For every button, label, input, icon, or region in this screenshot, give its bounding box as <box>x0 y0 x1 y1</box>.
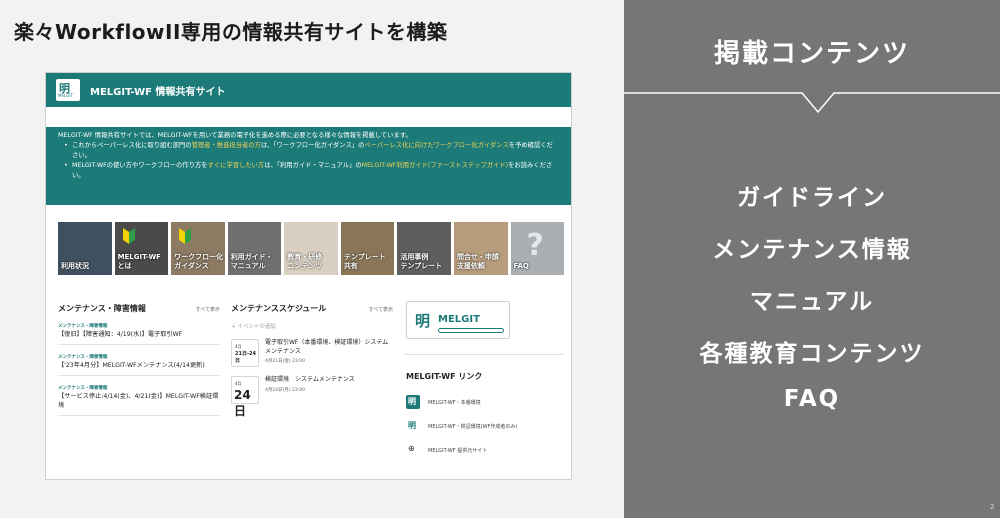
intro-bullet-1: これからペーパーレス化に取り組む部門の管理者・推進担当者の方は、「ワークフロー化… <box>58 141 559 161</box>
event-title: 検証環境 システムメンテナンス <box>265 376 355 383</box>
question-mark-icon: ? <box>526 228 544 263</box>
app-icon: 明 <box>406 395 420 409</box>
news-item[interactable]: メンテナンス・障害情報 【'23年4月分】MELGIT-WFメンテナンス(4/1… <box>58 354 220 376</box>
banner-bar <box>438 328 504 333</box>
melgit-banner[interactable]: 明 MELGIT <box>406 301 510 339</box>
intro-link-first-step[interactable]: MELGIT-WF利用ガイド(ファーストステップガイド) <box>362 162 508 169</box>
intro-link-learner[interactable]: すぐに学習したい方 <box>208 162 265 169</box>
link-production[interactable]: 明 MELGIT-WF・本番環境 <box>406 395 481 409</box>
event-item[interactable]: 4月 21日-24日 電子取引WF（本番環境、検証環境）システムメンテナンス 4… <box>231 339 393 367</box>
intro-banner: MELGIT-WF 情報共有サイトでは、MELGIT-WFを用いて業務の電子化を… <box>46 127 571 205</box>
page-number: 2 <box>990 503 995 511</box>
event-item[interactable]: 4月 24日 検証環境 システムメンテナンス 4月24日(月) 23:00 <box>231 376 393 418</box>
slide-title: 楽々WorkflowII専用の情報共有サイトを構築 <box>14 20 448 44</box>
banner-text: MELGIT <box>438 314 480 325</box>
panel-item-education: 各種教育コンテンツ <box>699 341 925 367</box>
schedule-title: メンテナンススケジュール <box>231 304 327 313</box>
site-header: 明 MELGIT MELGIT-WF 情報共有サイト <box>46 73 571 107</box>
maintenance-see-all-link[interactable]: すべて表示 <box>196 306 220 313</box>
link-staging[interactable]: 明 MELGIT-WF・検証環境(WF作成者のみ) <box>406 419 517 433</box>
site-screenshot: 明 MELGIT MELGIT-WF 情報共有サイト MELGIT-WF 情報共… <box>45 72 572 480</box>
divider <box>58 375 220 376</box>
tile-manual[interactable]: 利用ガイド・ マニュアル <box>227 222 282 275</box>
maintenance-title: メンテナンス・障害情報 <box>58 304 146 313</box>
intro-link-guidance[interactable]: ペーパーレス化に向けたワークフロー化ガイダンス <box>364 142 508 149</box>
tile-usage[interactable]: 利用状況 <box>58 222 112 275</box>
event-date: 4月 21日-24日 <box>231 339 259 367</box>
tile-about[interactable]: MELGIT-WF とは <box>114 222 169 275</box>
tile-cases[interactable]: 活用事例 テンプレート <box>397 222 451 275</box>
panel-divider <box>624 92 1000 114</box>
tile-inquiry[interactable]: 問合せ・申請 支援依頼 <box>453 222 508 275</box>
maintenance-section: メンテナンス・障害情報 すべて表示 メンテナンス・障害情報 【復旧】【障害通知：… <box>58 303 220 416</box>
event-title: 電子取引WF（本番環境、検証環境）システムメンテナンス <box>265 339 389 355</box>
news-item[interactable]: メンテナンス・障害情報 【復旧】【障害通知：4/19(水)】電子取引WF <box>58 323 220 345</box>
event-time: 4月21日(金) 23:00 <box>265 359 305 364</box>
beginner-mark-icon <box>122 228 135 244</box>
beginner-mark-icon <box>179 228 192 244</box>
intro-link-role[interactable]: 管理者・推進担当者の方 <box>192 142 261 149</box>
divider <box>58 415 220 416</box>
links-title: MELGIT-WF リンク <box>406 372 483 381</box>
event-time: 4月24日(月) 23:00 <box>265 387 305 393</box>
link-vendor[interactable]: ⊕ MELGIT-WF 提供元サイト <box>406 443 487 457</box>
intro-bullet-2: MELGIT-WFの使い方やワークフローの作り方をすぐに学習したい方は、「利用ガ… <box>58 161 559 181</box>
panel-item-maintenance: メンテナンス情報 <box>712 237 912 263</box>
logo-glyph: 明 <box>415 312 431 330</box>
divider <box>404 354 564 355</box>
divider <box>58 344 220 345</box>
panel-item-manual: マニュアル <box>749 289 875 315</box>
add-event-button[interactable]: + イベントの追加 <box>231 322 393 330</box>
tile-template[interactable]: テンプレート 共有 <box>340 222 395 275</box>
panel-title: 掲載コンテンツ <box>713 39 910 69</box>
panel-item-faq: FAQ <box>783 386 841 412</box>
schedule-section: メンテナンススケジュール すべて表示 + イベントの追加 4月 21日-24日 … <box>231 303 393 418</box>
logo-text: MELGIT <box>58 93 73 98</box>
schedule-see-all-link[interactable]: すべて表示 <box>369 306 393 313</box>
site-logo[interactable]: 明 MELGIT <box>56 79 80 101</box>
intro-lead: MELGIT-WF 情報共有サイトでは、MELGIT-WFを用いて業務の電子化を… <box>58 132 412 139</box>
tile-faq[interactable]: ? FAQ <box>510 222 565 275</box>
event-date: 4月 24日 <box>231 376 259 418</box>
content-tiles: 利用状況 MELGIT-WF とは ワークフロー化 ガイダンス 利用ガイド・ マニュア… <box>58 222 565 275</box>
tile-education[interactable]: 教育・研修 コンテンツ <box>284 222 338 275</box>
site-title: MELGIT-WF 情報共有サイト <box>90 87 226 98</box>
tile-guidance[interactable]: ワークフロー化 ガイダンス <box>171 222 225 275</box>
news-item[interactable]: メンテナンス・障害情報 【サービス停止:4/14(金)、4/21(金)】MELG… <box>58 385 220 416</box>
app-icon: 明 <box>408 421 416 430</box>
panel-item-guideline: ガイドライン <box>737 185 887 211</box>
globe-icon: ⊕ <box>408 444 415 453</box>
contents-panel: 掲載コンテンツ ガイドライン メンテナンス情報 マニュアル 各種教育コンテンツ … <box>624 0 1000 518</box>
